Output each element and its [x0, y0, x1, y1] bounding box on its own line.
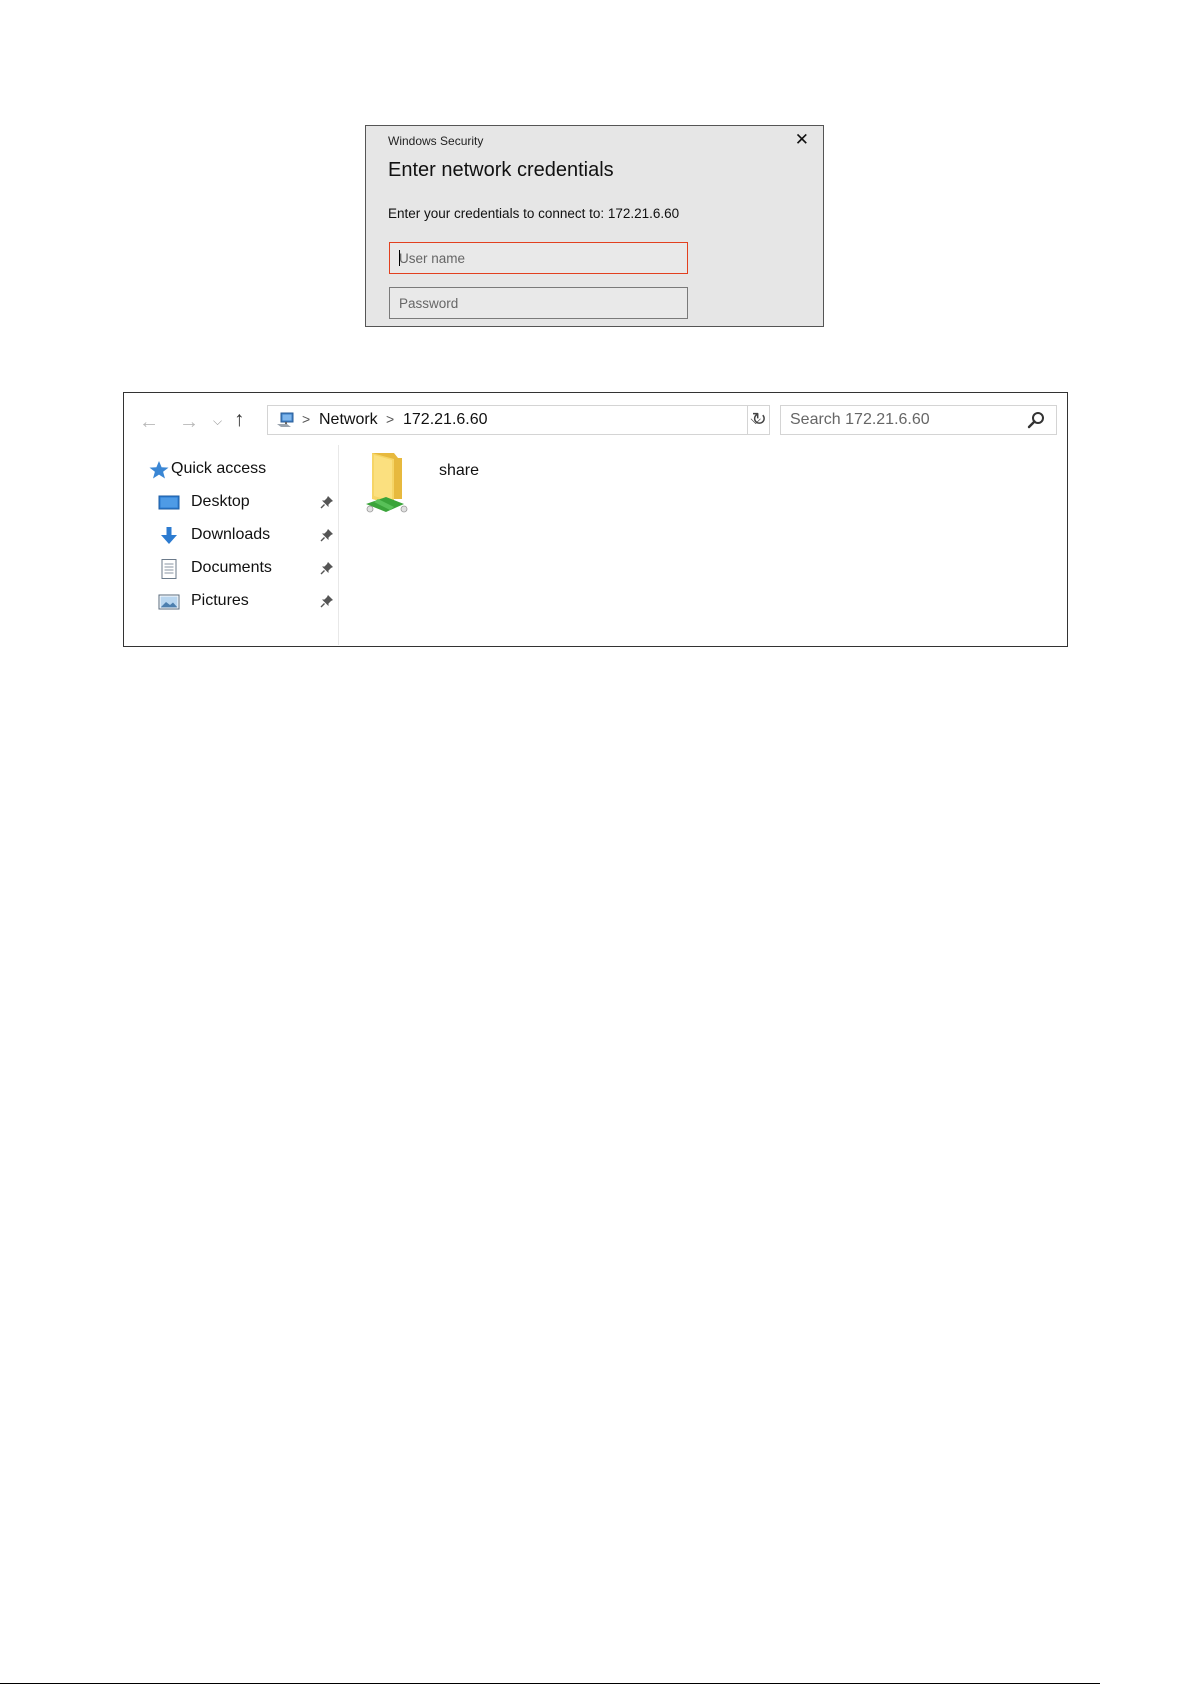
sidebar-item-label: Desktop — [191, 493, 250, 510]
breadcrumb-separator-icon: > — [302, 411, 311, 427]
star-icon — [149, 461, 169, 479]
document-icon — [161, 559, 177, 579]
search-box[interactable]: Search 172.21.6.60 — [780, 405, 1057, 435]
content-pane: share — [339, 445, 1067, 645]
sidebar-item-quick-access[interactable]: Quick access — [148, 457, 318, 483]
sidebar-item-label: Documents — [191, 559, 272, 576]
shared-folder-item[interactable]: share — [364, 449, 564, 525]
sidebar-item-documents[interactable]: Documents — [158, 556, 333, 582]
dialog-message: Enter your credentials to connect to: 17… — [388, 206, 680, 221]
breadcrumb-host[interactable]: 172.21.6.60 — [403, 411, 488, 429]
up-arrow-icon[interactable]: ↑ — [234, 409, 245, 430]
desktop-icon — [158, 495, 180, 510]
recent-locations-chevron-icon[interactable]: ⌵ — [213, 411, 222, 431]
file-explorer-window: ← → ⌵ ↑ > Network > 172.21.6.60 ⌵ ↻ Sear… — [123, 392, 1068, 647]
sidebar-item-label: Pictures — [191, 592, 249, 609]
address-bar[interactable]: > Network > 172.21.6.60 ⌵ — [267, 405, 770, 435]
sidebar-item-downloads[interactable]: Downloads — [158, 523, 333, 549]
breadcrumb-network[interactable]: Network — [319, 411, 378, 429]
pin-icon[interactable] — [320, 561, 334, 575]
close-icon[interactable]: ✕ — [795, 131, 809, 149]
back-arrow-icon[interactable]: ← — [139, 412, 159, 432]
navigation-pane: Quick access Desktop Downloads Documents… — [124, 445, 339, 645]
dialog-caption: Windows Security — [388, 134, 484, 148]
shared-folder-icon — [366, 453, 408, 513]
folder-label: share — [439, 462, 480, 479]
pin-icon[interactable] — [320, 528, 334, 542]
pin-icon[interactable] — [320, 594, 334, 608]
text-caret — [399, 250, 400, 266]
sidebar-item-pictures[interactable]: Pictures — [158, 589, 333, 615]
pictures-icon — [158, 594, 180, 610]
password-field[interactable] — [389, 287, 688, 319]
refresh-icon[interactable]: ↻ — [747, 405, 770, 435]
sidebar-item-label: Downloads — [191, 526, 271, 543]
download-icon — [161, 527, 177, 544]
network-icon — [277, 412, 294, 427]
credentials-dialog: Windows Security ✕ Enter network credent… — [365, 125, 824, 327]
page-divider — [0, 1683, 1100, 1684]
search-icon[interactable] — [1026, 410, 1046, 430]
forward-arrow-icon[interactable]: → — [179, 412, 199, 432]
search-placeholder: Search 172.21.6.60 — [790, 411, 930, 428]
sidebar-item-label: Quick access — [171, 460, 267, 477]
username-field[interactable] — [389, 242, 688, 274]
sidebar-item-desktop[interactable]: Desktop — [158, 490, 333, 516]
breadcrumb-separator-icon: > — [386, 411, 395, 427]
dialog-heading: Enter network credentials — [388, 159, 614, 181]
pin-icon[interactable] — [320, 495, 334, 509]
